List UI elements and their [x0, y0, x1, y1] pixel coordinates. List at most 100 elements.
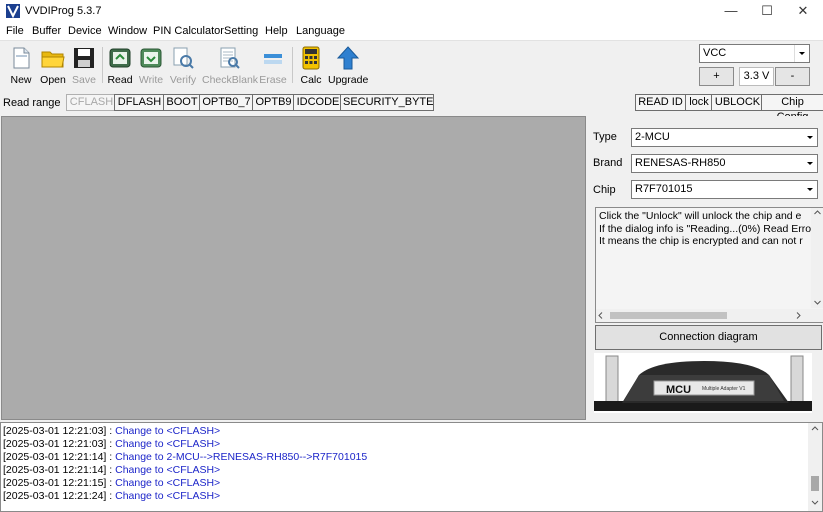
chip-info-text: Click the "Unlock" will unlock the chip …	[599, 210, 811, 248]
checkblank-button[interactable]: CheckBlank	[202, 44, 259, 88]
open-button[interactable]: Open	[38, 44, 68, 88]
menu-help[interactable]: Help	[265, 25, 288, 37]
chip-panel: Type 2-MCU Brand RENESAS-RH850 Chip R7F7…	[587, 116, 823, 418]
range-cflash-button[interactable]: CFLASH	[66, 94, 117, 111]
upgrade-button-label: Upgrade	[328, 74, 369, 86]
log-timestamp: [2025-03-01 12:21:03]	[3, 425, 107, 437]
maximize-button[interactable]: ☐	[749, 0, 785, 22]
save-button[interactable]: Save	[70, 44, 98, 88]
chip-config-button[interactable]: Chip Config	[761, 94, 823, 123]
log-entry: [2025-03-01 12:21:03] : Change to <CFLAS…	[3, 425, 220, 437]
connection-diagram-button[interactable]: Connection diagram	[595, 325, 822, 350]
calculator-icon	[302, 46, 320, 70]
new-button-label: New	[10, 74, 32, 86]
chevron-down-icon	[794, 45, 805, 62]
range-security-byte-button[interactable]: SECURITY_BYTE	[340, 94, 434, 111]
info-line: If the dialog info is "Reading...(0%) Re…	[599, 222, 812, 235]
erase-button-label: Erase	[259, 74, 287, 86]
vcc-value: VCC	[703, 47, 727, 59]
log-output[interactable]: [2025-03-01 12:21:03] : Change to <CFLAS…	[0, 422, 823, 512]
verify-button-label: Verify	[169, 74, 197, 86]
verify-button[interactable]: Verify	[168, 44, 198, 88]
ublock-button[interactable]: UBLOCK	[711, 94, 764, 111]
info-line: It means the chip is encrypted and can n…	[599, 235, 803, 248]
type-value: 2-MCU	[635, 131, 670, 143]
read-id-button[interactable]: READ ID	[635, 94, 686, 111]
log-entry: [2025-03-01 12:21:24] : Change to <CFLAS…	[3, 490, 220, 502]
log-separator: :	[106, 477, 116, 489]
erase-icon	[264, 54, 282, 64]
range-optb0-7-button[interactable]: OPTB0_7	[199, 94, 254, 111]
write-button-label: Write	[138, 74, 164, 86]
checkblank-button-label: CheckBlank	[202, 74, 259, 86]
vcc-decrease-button[interactable]: -	[775, 67, 810, 86]
window-title: VVDIProg 5.3.7	[25, 5, 102, 17]
chip-value: R7F701015	[635, 183, 693, 195]
log-timestamp: [2025-03-01 12:21:15]	[3, 477, 107, 489]
log-timestamp: [2025-03-01 12:21:03]	[3, 438, 107, 450]
info-horizontal-scrollbar[interactable]	[596, 309, 823, 322]
chip-dropdown[interactable]: R7F701015	[631, 180, 818, 199]
read-button-label: Read	[107, 74, 133, 86]
log-message: Change to <CFLASH>	[115, 477, 221, 489]
buffer-view[interactable]	[1, 116, 586, 420]
upgrade-arrow-icon	[336, 46, 360, 70]
range-idcode-button[interactable]: IDCODE	[293, 94, 343, 111]
checkblank-icon	[220, 47, 240, 69]
menu-buffer[interactable]: Buffer	[32, 25, 61, 37]
vcc-voltage-readout: 3.3 V	[739, 67, 774, 86]
folder-open-icon	[41, 51, 65, 68]
log-separator: :	[106, 425, 116, 437]
log-timestamp: [2025-03-01 12:21:14]	[3, 464, 107, 476]
log-message: Change to <CFLASH>	[115, 425, 221, 437]
log-message: Change to 2-MCU-->RENESAS-RH850-->R7F701…	[115, 451, 368, 463]
vcc-increase-button[interactable]: +	[699, 67, 734, 86]
chip-write-icon	[140, 48, 162, 68]
log-message: Change to <CFLASH>	[115, 490, 221, 502]
menu-file[interactable]: File	[6, 25, 24, 37]
log-timestamp: [2025-03-01 12:21:14]	[3, 451, 107, 463]
calc-button[interactable]: Calc	[297, 44, 325, 88]
menu-device[interactable]: Device	[68, 25, 102, 37]
menu-bar: File Buffer Device Window PIN Calculator…	[0, 22, 823, 40]
type-label: Type	[593, 131, 617, 143]
minimize-button[interactable]: —	[713, 0, 749, 22]
menu-window[interactable]: Window	[108, 25, 147, 37]
mcu-adapter-image: MCU Multiple Adapter V1	[594, 353, 812, 413]
range-optb9-button[interactable]: OPTB9	[252, 94, 295, 111]
upgrade-button[interactable]: Upgrade	[328, 44, 368, 88]
log-separator: :	[106, 451, 116, 463]
brand-dropdown[interactable]: RENESAS-RH850	[631, 154, 818, 173]
log-separator: :	[106, 438, 116, 450]
log-entry: [2025-03-01 12:21:03] : Change to <CFLAS…	[3, 438, 220, 450]
chip-read-icon	[109, 48, 131, 68]
log-message: Change to <CFLASH>	[115, 438, 221, 450]
log-vertical-scrollbar[interactable]	[808, 423, 822, 511]
menu-setting[interactable]: Setting	[224, 25, 258, 37]
calc-button-label: Calc	[300, 74, 322, 86]
brand-label: Brand	[593, 157, 623, 169]
toolbar-separator	[102, 47, 103, 83]
type-dropdown[interactable]: 2-MCU	[631, 128, 818, 147]
write-button[interactable]: Write	[137, 44, 165, 88]
info-vertical-scrollbar[interactable]	[811, 208, 823, 308]
read-button[interactable]: Read	[106, 44, 134, 88]
adapter-label-text: MCU	[666, 384, 691, 396]
erase-button[interactable]: Erase	[259, 44, 287, 88]
menu-language[interactable]: Language	[296, 25, 345, 37]
lock-button[interactable]: lock	[685, 94, 713, 111]
range-dflash-button[interactable]: DFLASH	[114, 94, 165, 111]
new-button[interactable]: New	[6, 44, 36, 88]
open-button-label: Open	[40, 74, 66, 86]
log-entry: [2025-03-01 12:21:15] : Change to <CFLAS…	[3, 477, 220, 489]
title-bar: VVDIProg 5.3.7 — ☐ ✕	[0, 0, 823, 22]
menu-pin-calculator[interactable]: PIN Calculator	[153, 25, 224, 37]
vcc-dropdown[interactable]: VCC	[699, 44, 810, 63]
verify-icon	[173, 47, 194, 69]
range-boot-button[interactable]: BOOT	[163, 94, 201, 111]
close-button[interactable]: ✕	[785, 0, 821, 22]
chip-info-textbox[interactable]: Click the "Unlock" will unlock the chip …	[595, 207, 823, 323]
app-logo-icon	[6, 4, 20, 18]
log-entry: [2025-03-01 12:21:14] : Change to 2-MCU-…	[3, 451, 367, 463]
log-message: Change to <CFLASH>	[115, 464, 221, 476]
